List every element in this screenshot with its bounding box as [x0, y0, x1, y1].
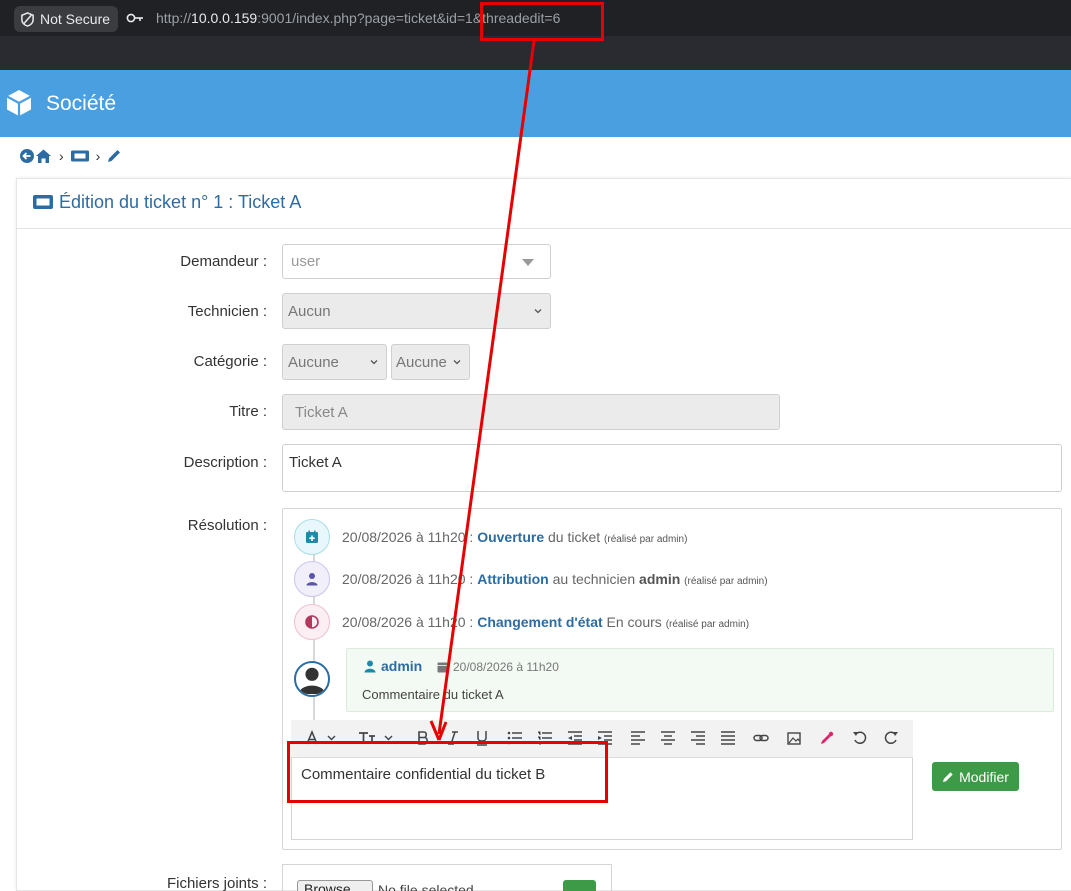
comment-date-text: 20/08/2026 à 11h20 [453, 660, 559, 674]
card-title: Édition du ticket n° 1 : Ticket A [59, 192, 302, 212]
timeline-by: (réalisé par admin) [604, 534, 688, 545]
technicien-select[interactable]: Aucun [282, 293, 551, 329]
no-file-text: No file selected. [378, 882, 478, 891]
upload-button[interactable] [563, 880, 596, 891]
pencil-icon [943, 771, 953, 782]
timeline-detail: En cours [606, 614, 662, 630]
description-label: Description : [183, 454, 267, 471]
titre-label: Titre : [229, 403, 267, 420]
align-center-icon[interactable] [659, 729, 677, 747]
timeline-by: (réalisé par admin) [665, 619, 750, 630]
ticket-icon[interactable] [70, 149, 90, 163]
categorie-value: Aucune [288, 353, 339, 371]
timeline-detail: au technicien [552, 571, 636, 587]
page-root: Not Secure http://10.0.0.159:9001/index.… [0, 0, 1071, 891]
url-prefix: http:// [156, 10, 192, 26]
resolution-label: Résolution : [187, 517, 267, 534]
breadcrumb: › › [19, 147, 122, 165]
comment-date: 20/08/2026 à 11h20 [437, 660, 559, 674]
ticket-title-icon [33, 195, 53, 209]
fichiers-label: Fichiers joints : [166, 875, 267, 891]
pencil-icon[interactable] [106, 148, 122, 164]
timeline-action: Attribution [477, 571, 549, 587]
calendar-plus-icon [294, 519, 330, 555]
sous-categorie-select[interactable]: Aucune [391, 344, 470, 380]
avatar [294, 661, 330, 697]
breadcrumb-separator: › [59, 148, 64, 164]
browse-button[interactable]: Browse... [297, 880, 373, 891]
shield-icon [21, 11, 34, 27]
demandeur-select[interactable]: user [282, 244, 551, 279]
timeline-date: 20/08/2026 à 11h20 : [342, 529, 474, 545]
url-host: 10.0.0.159 [191, 10, 258, 26]
user-icon [294, 561, 330, 597]
technicien-label: Technicien : [187, 303, 267, 320]
chevron-down-icon [370, 360, 378, 365]
timeline-detail: du ticket [548, 529, 601, 545]
description-value: Ticket A [289, 454, 342, 471]
technicien-value: Aucun [288, 302, 331, 320]
align-left-icon[interactable] [629, 729, 647, 747]
cube-logo-icon[interactable] [4, 88, 34, 118]
demandeur-label: Demandeur : [180, 253, 267, 270]
not-secure-badge[interactable]: Not Secure [14, 6, 119, 32]
comment-text: Commentaire du ticket A [362, 687, 504, 702]
categorie-select[interactable]: Aucune [282, 344, 387, 380]
not-secure-label: Not Secure [40, 11, 111, 27]
redo-icon[interactable] [882, 729, 900, 747]
comment-box [346, 648, 1054, 712]
comment-author-name: admin [381, 658, 423, 674]
back-home-icon[interactable] [19, 148, 53, 164]
browser-tab-strip [0, 36, 1071, 70]
undo-icon[interactable] [851, 729, 869, 747]
timeline-item-opening: 20/08/2026 à 11h20 : Ouverture du ticket… [342, 529, 687, 545]
modify-button[interactable]: Modifier [932, 762, 1019, 791]
sous-categorie-value: Aucune [396, 353, 447, 371]
image-icon[interactable] [785, 729, 803, 747]
chevron-down-icon [534, 309, 542, 314]
half-circle-icon [294, 604, 330, 640]
modify-button-label: Modifier [959, 768, 1009, 785]
timeline-action: Ouverture [477, 529, 545, 545]
timeline-action: Changement d'état [477, 614, 603, 630]
timeline-item-state-change: 20/08/2026 à 11h20 : Changement d'état E… [342, 614, 749, 630]
titre-input[interactable]: Ticket A [282, 394, 780, 430]
timeline-date: 20/08/2026 à 11h20 : [342, 571, 474, 587]
align-right-icon[interactable] [689, 729, 707, 747]
align-justify-icon[interactable] [719, 729, 737, 747]
app-title[interactable]: Société [46, 92, 116, 116]
comment-author: admin [364, 658, 422, 674]
key-icon[interactable] [126, 11, 144, 25]
description-textarea[interactable]: Ticket A [282, 444, 1062, 492]
chevron-down-icon [453, 360, 461, 365]
app-header [0, 70, 1071, 137]
caret-down-icon [522, 259, 534, 266]
breadcrumb-separator: › [95, 148, 101, 164]
annotation-url-highlight [480, 2, 604, 41]
color-picker-icon[interactable] [818, 729, 836, 747]
timeline-date: 20/08/2026 à 11h20 : [342, 614, 474, 630]
timeline-technician: admin [639, 571, 681, 587]
calendar-icon [437, 662, 448, 673]
link-icon[interactable] [752, 729, 770, 747]
user-icon [364, 660, 376, 672]
timeline-by: (réalisé par admin) [684, 576, 768, 587]
demandeur-placeholder: user [291, 253, 321, 270]
timeline-item-attribution: 20/08/2026 à 11h20 : Attribution au tech… [342, 571, 768, 587]
categorie-label: Catégorie : [193, 353, 267, 370]
titre-value: Ticket A [295, 403, 348, 421]
annotation-editor-highlight [287, 741, 608, 803]
